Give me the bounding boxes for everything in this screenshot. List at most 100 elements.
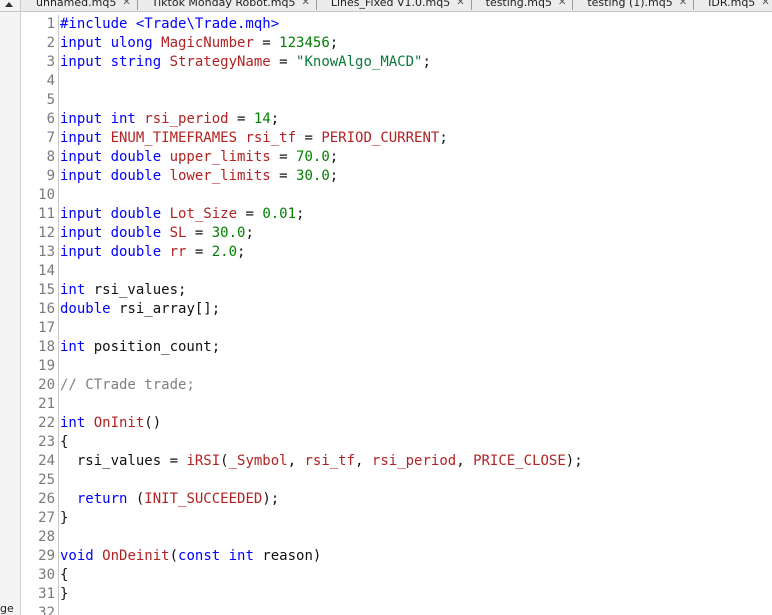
code-line[interactable]: 1 #include <Trade\Trade.mqh> [21, 15, 772, 34]
code-line[interactable]: 30 { [21, 566, 772, 585]
code-line[interactable]: 5 [21, 91, 772, 110]
code-line[interactable]: 32 [21, 604, 772, 615]
code-line[interactable]: 28 [21, 528, 772, 547]
code-line[interactable]: 15 int rsi_values; [21, 281, 772, 300]
code-text: void OnDeinit(const int reason) [60, 547, 321, 566]
code-line[interactable]: 18 int position_count; [21, 338, 772, 357]
code-line[interactable]: 23 { [21, 433, 772, 452]
code-token: = [186, 244, 212, 260]
navigator-partial-label: ge [0, 602, 14, 615]
code-line[interactable]: 24 rsi_values = iRSI(_Symbol, rsi_tf, rs… [21, 452, 772, 471]
code-text: input double Lot_Size = 0.01; [60, 205, 304, 224]
code-line[interactable]: 19 [21, 357, 772, 376]
close-icon[interactable]: ✕ [122, 0, 130, 8]
code-text: int rsi_values; [60, 281, 186, 300]
code-line[interactable]: 31} [21, 585, 772, 604]
line-number: 1 [46, 16, 55, 32]
close-icon[interactable]: ✕ [679, 0, 687, 8]
code-token: PERIOD_CURRENT [321, 130, 440, 146]
code-token: } [60, 510, 69, 526]
code-token: 2.0 [211, 244, 238, 260]
code-text: input double SL = 30.0; [60, 224, 254, 243]
fold-margin [58, 72, 59, 91]
code-line[interactable]: 16 double rsi_array[]; [21, 300, 772, 319]
code-line[interactable]: 17 [21, 319, 772, 338]
code-line[interactable]: 8 input double upper_limits = 70.0; [21, 148, 772, 167]
line-number: 25 [38, 472, 55, 488]
code-token: input ulong [60, 35, 162, 51]
code-line[interactable]: 25 [21, 471, 772, 490]
code-token: iRSI [186, 453, 221, 469]
code-line[interactable]: 9 input double lower_limits = 30.0; [21, 167, 772, 186]
code-line[interactable]: 26 return (INIT_SUCCEEDED); [21, 490, 772, 509]
code-token: ; [439, 130, 448, 146]
code-line[interactable]: 27} [21, 509, 772, 528]
code-text: #include <Trade\Trade.mqh> [60, 15, 279, 34]
close-icon[interactable]: ✕ [456, 0, 464, 8]
code-text: input double lower_limits = 30.0; [60, 167, 338, 186]
close-icon[interactable]: ✕ [761, 0, 769, 8]
code-line[interactable]: 11 input double Lot_Size = 0.01; [21, 205, 772, 224]
code-text: rsi_values = iRSI(_Symbol, rsi_tf, rsi_p… [60, 452, 583, 471]
tab-2[interactable]: Tiktok Monday Robot.mq5 ✕ [138, 0, 317, 10]
close-icon[interactable]: ✕ [558, 0, 566, 8]
code-token: , [456, 453, 474, 469]
close-icon[interactable]: ✕ [301, 0, 309, 8]
tab-1[interactable]: unnamed.mq5 ✕ [22, 0, 138, 10]
code-token: _Symbol [228, 453, 288, 469]
code-token: ( [220, 453, 229, 469]
line-number: 29 [38, 548, 55, 564]
tab-label: testing.mq5 [485, 0, 552, 9]
fold-margin [58, 53, 59, 72]
tab-3[interactable]: Lines_Fixed V1.0.mq5 ✕ [317, 0, 472, 10]
code-line[interactable]: 4 [21, 72, 772, 91]
code-text: { [60, 566, 68, 585]
code-token: ; [422, 54, 431, 70]
code-line[interactable]: 20 // CTrade trade; [21, 376, 772, 395]
code-line[interactable]: 13 input double rr = 2.0; [21, 243, 772, 262]
fold-margin [58, 490, 59, 509]
code-token: Lot_Size [169, 206, 238, 222]
code-line[interactable]: 12 input double SL = 30.0; [21, 224, 772, 243]
line-number: 14 [38, 263, 55, 279]
line-number: 7 [46, 130, 55, 146]
code-token: { [60, 567, 69, 583]
code-line[interactable]: 10 [21, 186, 772, 205]
code-line[interactable]: 6 input int rsi_period = 14; [21, 110, 772, 129]
code-text: input double rr = 2.0; [60, 243, 245, 262]
code-token: } [60, 586, 69, 602]
fold-margin [58, 224, 59, 243]
code-line[interactable]: 7 input ENUM_TIMEFRAMES rsi_tf = PERIOD_C… [21, 129, 772, 148]
tab-6[interactable]: IDR.mq5 ✕ [694, 0, 772, 10]
code-token: = [270, 54, 297, 70]
code-token: ; [270, 111, 280, 127]
code-line[interactable]: 14 [21, 262, 772, 281]
code-token: 70.0 [296, 149, 330, 165]
code-token: = [228, 111, 254, 127]
tab-strip: unnamed.mq5 ✕ Tiktok Monday Robot.mq5 ✕ Line… [0, 0, 772, 12]
tab-5[interactable]: testing (1).mq5 ✕ [573, 0, 695, 10]
code-token: ; [237, 244, 246, 260]
code-token: // CTrade trade; [60, 377, 195, 393]
tab-scroll-button[interactable] [0, 0, 21, 11]
code-token: ; [245, 225, 254, 241]
line-number: 10 [38, 187, 55, 203]
code-line[interactable]: 2 input ulong MagicNumber = 123456; [21, 34, 772, 53]
code-line[interactable]: 22 int OnInit() [21, 414, 772, 433]
code-line[interactable]: 29 void OnDeinit(const int reason) [21, 547, 772, 566]
code-token: const int [178, 548, 263, 564]
code-line[interactable]: 3 input string StrategyName = "KnowAlgo_M… [21, 53, 772, 72]
fold-margin [58, 509, 59, 528]
line-number: 11 [38, 206, 55, 222]
code-text: input double upper_limits = 70.0; [60, 148, 338, 167]
fold-margin [58, 205, 59, 224]
code-token: rr [169, 244, 187, 260]
line-number: 12 [38, 225, 55, 241]
code-editor[interactable]: 1 #include <Trade\Trade.mqh> 2 input ulong … [21, 12, 772, 615]
tab-4[interactable]: testing.mq5 ✕ [472, 0, 574, 10]
code-token: , [287, 453, 305, 469]
fold-margin [58, 319, 59, 338]
code-line[interactable]: 21 [21, 395, 772, 414]
code-token: = [253, 35, 280, 51]
fold-margin [58, 566, 59, 585]
